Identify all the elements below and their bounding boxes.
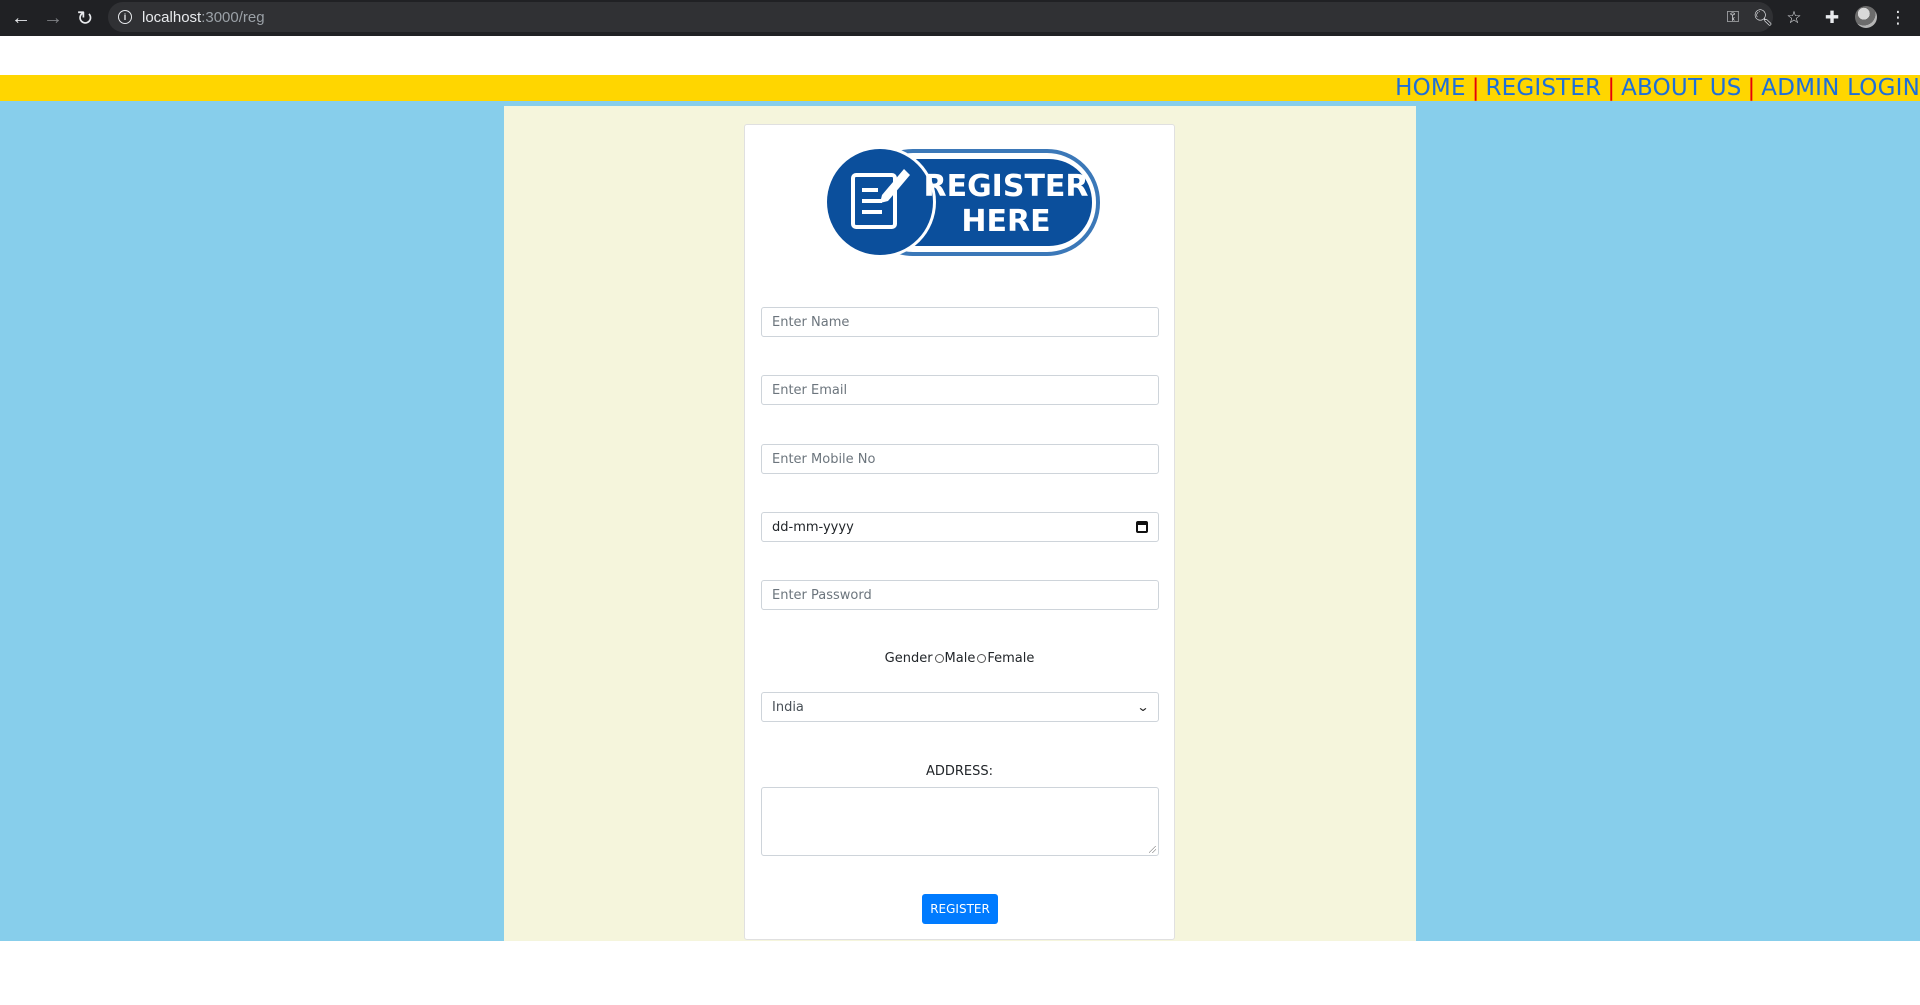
address-bar[interactable]: i localhost:3000/reg ⚿ 🔍︎: [108, 2, 1773, 32]
password-input[interactable]: [761, 580, 1159, 610]
top-nav: HOME | REGISTER | ABOUT US | ADMIN LOGIN: [0, 75, 1920, 101]
email-input[interactable]: [761, 375, 1159, 405]
key-icon[interactable]: ⚿: [1723, 8, 1743, 28]
browser-toolbar: ← → ↻ i localhost:3000/reg ⚿ 🔍︎ ☆ ✚ ⋮: [0, 0, 1920, 36]
nav-admin-login[interactable]: ADMIN LOGIN: [1761, 75, 1920, 101]
gender-male-label[interactable]: Male: [945, 651, 976, 666]
gender-group: Gender Male Female: [744, 651, 1175, 666]
nav-separator: |: [1607, 75, 1616, 101]
profile-avatar[interactable]: [1855, 6, 1877, 28]
extensions-puzzle-icon[interactable]: ✚: [1820, 6, 1844, 30]
country-select[interactable]: India ⌄: [761, 692, 1159, 722]
name-input[interactable]: [761, 307, 1159, 337]
logo-text-line1: REGISTER: [923, 169, 1088, 204]
gender-female-radio[interactable]: [977, 654, 987, 663]
url-text: localhost:3000/reg: [142, 9, 265, 26]
chevron-down-icon: ⌄: [1136, 700, 1150, 714]
back-arrow-icon[interactable]: ←: [9, 6, 33, 30]
nav-separator: |: [1471, 75, 1480, 101]
gender-male-radio[interactable]: [934, 654, 944, 663]
gender-female-label[interactable]: Female: [987, 651, 1034, 666]
register-button[interactable]: REGISTER: [922, 894, 998, 924]
nav-register[interactable]: REGISTER: [1485, 75, 1601, 101]
resize-grip-icon[interactable]: [1149, 846, 1156, 853]
calendar-icon[interactable]: [1136, 521, 1148, 533]
bookmark-star-icon[interactable]: ☆: [1782, 6, 1806, 30]
address-textarea[interactable]: [761, 787, 1159, 856]
reload-icon[interactable]: ↻: [73, 6, 97, 30]
gender-label: Gender: [884, 651, 933, 666]
menu-kebab-icon[interactable]: ⋮: [1886, 6, 1910, 30]
site-info-icon[interactable]: i: [118, 10, 132, 24]
forward-arrow-icon[interactable]: →: [41, 6, 65, 30]
nav-separator: |: [1747, 75, 1756, 101]
nav-home[interactable]: HOME: [1395, 75, 1466, 101]
page-header-space: [0, 36, 1920, 75]
date-placeholder: dd-mm-yyyy: [772, 519, 854, 535]
zoom-icon[interactable]: 🔍︎: [1753, 8, 1773, 28]
address-label: ADDRESS:: [925, 764, 994, 779]
mobile-input[interactable]: [761, 444, 1159, 474]
nav-about-us[interactable]: ABOUT US: [1621, 75, 1741, 101]
country-selected-value: India: [772, 699, 804, 715]
dob-date-input[interactable]: dd-mm-yyyy: [761, 512, 1159, 542]
logo-text-line2: HERE: [961, 204, 1050, 239]
register-here-logo: REGISTER HERE: [824, 146, 1100, 258]
